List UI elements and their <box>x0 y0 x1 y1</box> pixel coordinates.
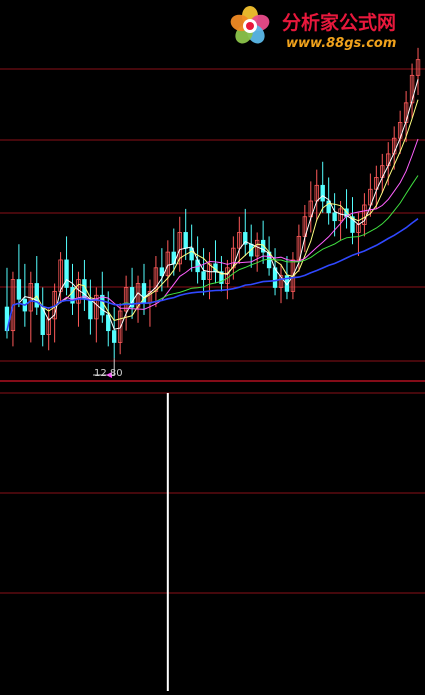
chart-stage: 分析家公式网 www.88gs.com 12.80 <box>0 0 425 691</box>
watermark-title: 分析家公式网 <box>282 12 397 34</box>
watermark-url: www.88gs.com <box>286 36 397 51</box>
low-price-label: 12.80 <box>94 368 123 379</box>
candle-body <box>183 232 188 249</box>
site-logo-icon <box>230 6 270 44</box>
candle-body <box>88 298 93 320</box>
candle-body <box>320 184 325 202</box>
candle-body <box>16 279 22 300</box>
moving-average-line <box>6 99 419 331</box>
candle-body <box>100 294 105 316</box>
candle-body <box>332 212 337 222</box>
stock-chart[interactable] <box>0 0 425 691</box>
candle-body <box>64 259 69 288</box>
candle-body <box>201 271 206 280</box>
logo-dot <box>246 22 254 30</box>
grid-lines <box>0 68 425 594</box>
moving-average-line <box>6 138 419 331</box>
moving-average-line <box>6 79 419 331</box>
candle-body <box>112 330 117 343</box>
candlesticks <box>4 47 421 359</box>
